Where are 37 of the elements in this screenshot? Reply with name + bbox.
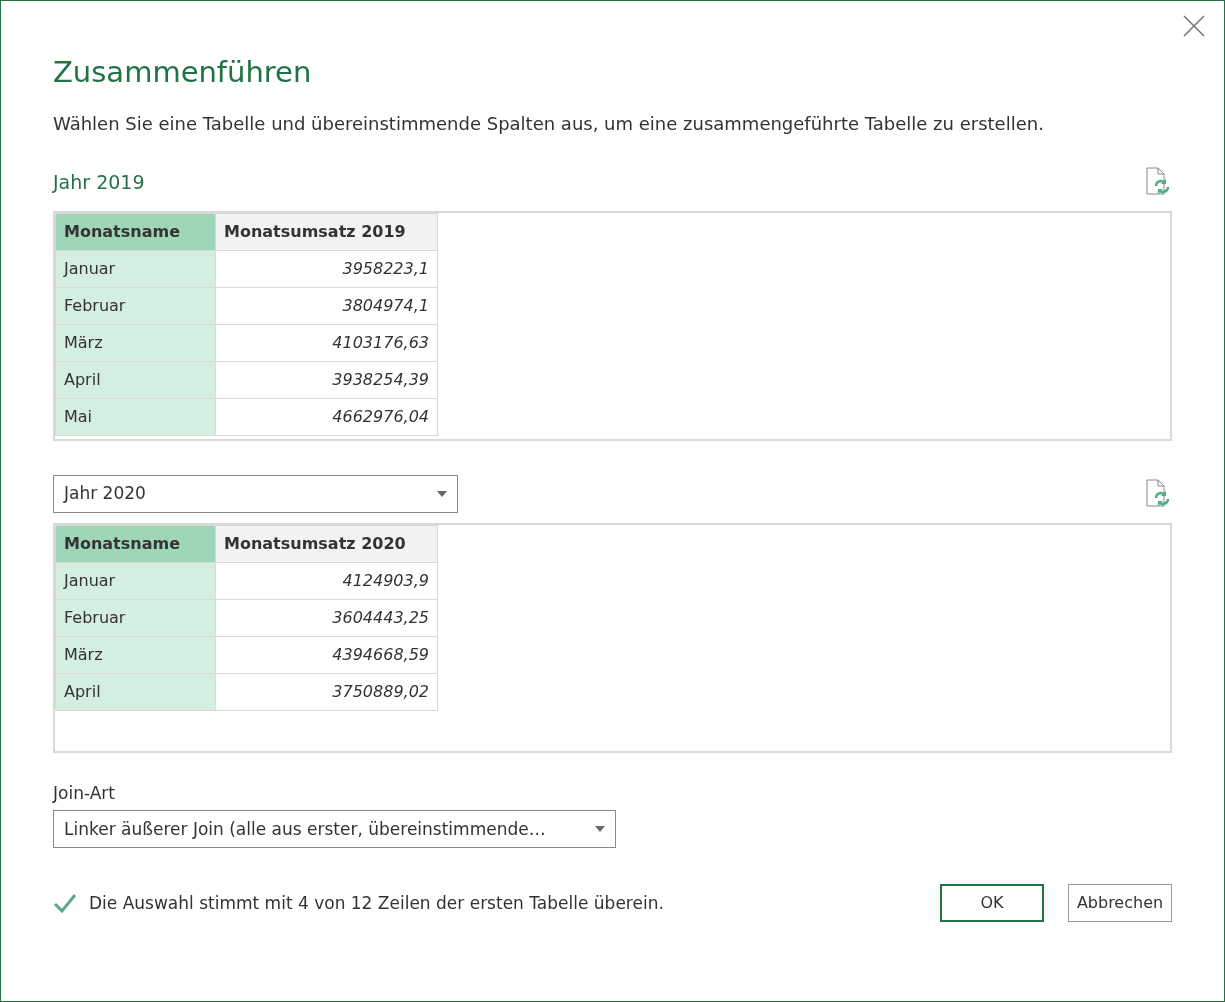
table-cell: 3750889,02: [215, 673, 438, 711]
table-dropdown[interactable]: Jahr 2020: [53, 474, 458, 513]
table-cell: März: [55, 636, 216, 674]
table-cell: 3958223,1: [215, 250, 438, 288]
table-cell: 4124903,9: [215, 562, 438, 600]
status-message: Die Auswahl stimmt mit 4 von 12 Zeilen der ersten Tabelle überein.: [89, 891, 664, 915]
table-cell: 3938254,39: [215, 361, 438, 399]
caret-icon: [595, 826, 605, 833]
table-cell: Januar: [55, 250, 216, 288]
table-cell: März: [55, 324, 216, 362]
join-type-dropdown[interactable]: Linker äußerer Join (alle aus erster, übereinstimmende…: [53, 810, 616, 849]
table-cell: 3604443,25: [215, 599, 438, 637]
ok-button[interactable]: OK: [940, 884, 1044, 923]
checkmark-icon: [53, 893, 77, 914]
table-cell: April: [55, 673, 216, 711]
table-cell: 3804974,1: [215, 287, 438, 325]
column-header[interactable]: Monatsname: [55, 213, 216, 251]
table-cell: 4103176,63: [215, 324, 438, 362]
join-type-label: Join-Art: [53, 781, 116, 805]
refresh-document-icon[interactable]: [1144, 478, 1172, 509]
column-header[interactable]: Monatsumsatz 2020: [215, 525, 438, 563]
caret-icon: [437, 490, 447, 497]
table-cell: Februar: [55, 599, 216, 637]
table-cell: 4394668,59: [215, 636, 438, 674]
refresh-document-icon[interactable]: [1144, 166, 1172, 197]
table-cell: April: [55, 361, 216, 399]
close-button[interactable]: [1182, 13, 1206, 37]
table-cell: Februar: [55, 287, 216, 325]
table-cell: Januar: [55, 562, 216, 600]
table-cell: Mai: [55, 398, 216, 436]
cancel-button[interactable]: Abbrechen: [1068, 884, 1172, 923]
column-header[interactable]: Monatsname: [55, 525, 216, 563]
table-name: Jahr 2019: [53, 169, 145, 195]
column-header[interactable]: Monatsumsatz 2019: [215, 213, 438, 251]
table-cell: 4662976,04: [215, 398, 438, 436]
dialog-title: Zusammenführen: [53, 55, 313, 90]
description-text: Wählen Sie eine Tabelle und übereinstimmende Spalten aus, um eine zusammengeführte Tabelle zu erstellen.: [53, 111, 1045, 136]
